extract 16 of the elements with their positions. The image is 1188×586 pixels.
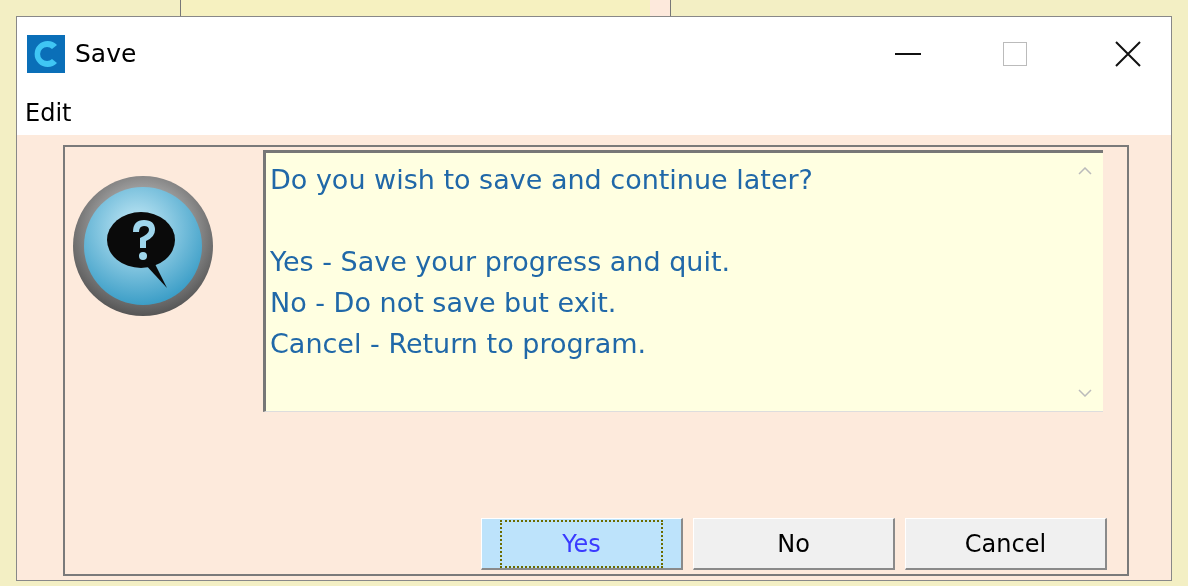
dialog-button[interactable]: Yes bbox=[481, 518, 683, 570]
close-icon[interactable] bbox=[1115, 41, 1141, 67]
message-line: Cancel - Return to program. bbox=[270, 327, 647, 361]
menu-item[interactable]: Edit bbox=[25, 95, 72, 131]
maximize-icon[interactable] bbox=[1003, 42, 1027, 66]
scroll-down-icon[interactable] bbox=[1078, 389, 1092, 397]
message-line: No - Do not save but exit. bbox=[270, 286, 617, 320]
window-title: Save bbox=[75, 38, 137, 71]
message-line: Yes - Save your progress and quit. bbox=[270, 245, 731, 279]
minimize-icon[interactable] bbox=[895, 52, 921, 56]
question-bubble-icon bbox=[71, 174, 215, 318]
message-question: Do you wish to save and continue later? bbox=[270, 163, 813, 197]
app-logo-icon bbox=[27, 35, 65, 73]
dialog-button[interactable]: No bbox=[693, 518, 895, 570]
dialog-button[interactable]: Cancel bbox=[905, 518, 1107, 570]
scroll-up-icon[interactable] bbox=[1078, 167, 1092, 175]
